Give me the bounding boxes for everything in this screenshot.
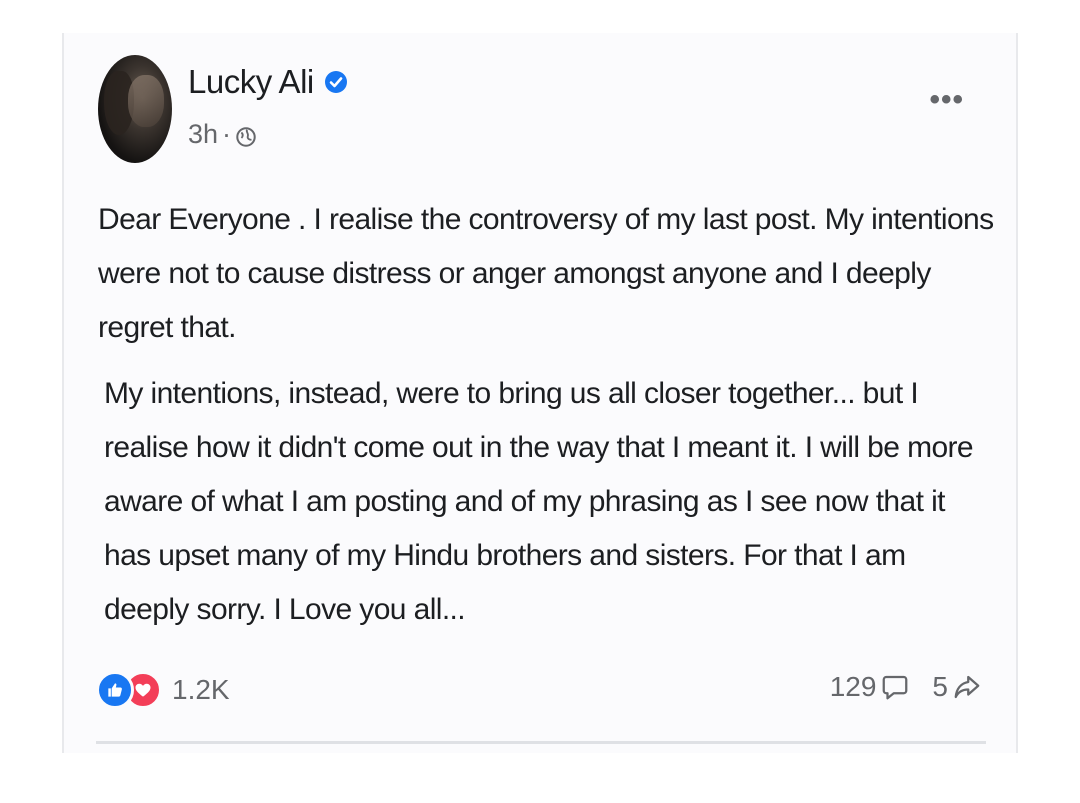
facebook-post-card: Lucky Ali 3h · ••• Dear Everyone . I rea… — [62, 33, 1018, 753]
verified-badge-icon — [324, 70, 348, 94]
reactions-summary[interactable]: 1.2K — [96, 671, 230, 709]
post-paragraph: My intentions, instead, were to bring us… — [104, 377, 974, 626]
engagement-stats: 129 5 — [830, 671, 982, 703]
comment-icon[interactable] — [880, 672, 910, 702]
avatar-face — [128, 75, 164, 127]
reaction-count: 1.2K — [172, 674, 230, 705]
author-name-row: Lucky Ali — [188, 63, 348, 101]
post-divider — [96, 741, 986, 744]
author-name[interactable]: Lucky Ali — [188, 63, 314, 101]
like-icon — [96, 671, 134, 709]
more-options-button[interactable]: ••• — [929, 85, 964, 115]
meta-separator: · — [222, 119, 232, 149]
comment-count[interactable]: 129 — [830, 671, 877, 703]
share-count[interactable]: 5 — [932, 671, 948, 703]
author-avatar[interactable] — [98, 55, 172, 163]
globe-icon[interactable] — [235, 124, 257, 147]
post-meta: 3h · — [188, 119, 257, 150]
share-icon[interactable] — [952, 672, 982, 702]
post-text: Dear Everyone . I realise the controvers… — [98, 193, 998, 637]
post-paragraph: Dear Everyone . I realise the controvers… — [98, 203, 994, 344]
post-timestamp[interactable]: 3h — [188, 119, 218, 150]
